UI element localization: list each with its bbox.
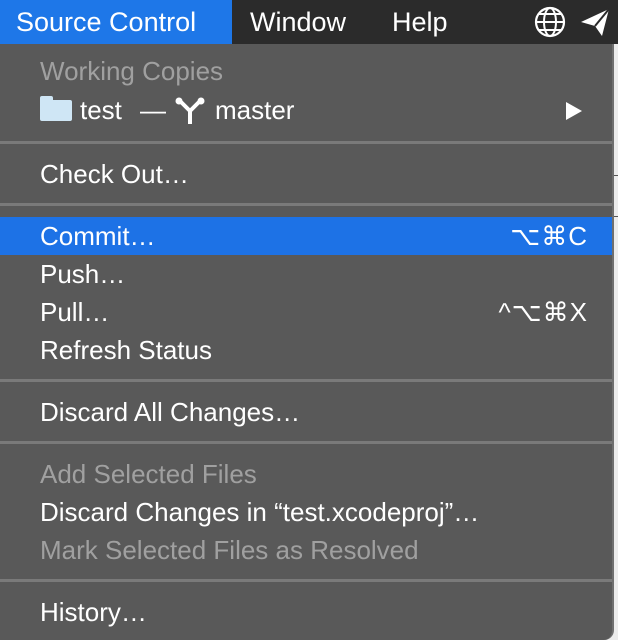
commit-shortcut: ⌥⌘C (510, 221, 588, 251)
working-copy-dash: — (140, 95, 166, 125)
source-control-menu: Working Copies test — master Check Out… … (0, 44, 614, 640)
history-label: History… (40, 597, 147, 627)
refresh-status-item[interactable]: Refresh Status (0, 331, 612, 369)
menubar-help-label: Help (392, 7, 448, 37)
menu-separator (0, 579, 612, 582)
push-item[interactable]: Push… (0, 255, 612, 293)
push-label: Push… (40, 259, 126, 289)
menu-bar: Source Control Window Help (0, 0, 618, 44)
check-out-item[interactable]: Check Out… (0, 155, 612, 193)
menubar-source-control[interactable]: Source Control (0, 0, 232, 44)
working-copy-branch: master (215, 95, 295, 125)
history-item[interactable]: History… (0, 593, 612, 631)
menu-separator (0, 203, 612, 206)
menu-separator (0, 441, 612, 444)
discard-all-changes-item[interactable]: Discard All Changes… (0, 393, 612, 431)
branch-icon (175, 97, 205, 124)
send-icon[interactable] (578, 5, 612, 39)
working-copy-item[interactable]: test — master (0, 91, 612, 129)
discard-all-changes-label: Discard All Changes… (40, 397, 301, 427)
menu-separator (0, 379, 612, 382)
globe-icon[interactable] (533, 5, 567, 39)
working-copies-header: Working Copies (0, 52, 612, 90)
refresh-status-label: Refresh Status (40, 335, 212, 365)
folder-icon (40, 100, 72, 121)
menu-separator (0, 141, 612, 144)
commit-label: Commit… (40, 221, 156, 251)
working-copy-name: test (80, 95, 122, 125)
commit-item[interactable]: Commit… ⌥⌘C (0, 217, 612, 255)
add-selected-files-label: Add Selected Files (40, 459, 257, 489)
menubar-window[interactable]: Window (250, 0, 346, 44)
check-out-label: Check Out… (40, 159, 189, 189)
working-copies-header-label: Working Copies (40, 56, 224, 86)
submenu-arrow-icon (566, 102, 582, 120)
mark-resolved-label: Mark Selected Files as Resolved (40, 535, 419, 565)
pull-shortcut: ^⌥⌘X (498, 297, 588, 327)
mark-resolved-item[interactable]: Mark Selected Files as Resolved (0, 531, 612, 569)
discard-changes-in-item[interactable]: Discard Changes in “test.xcodeproj”… (0, 493, 612, 531)
menubar-window-label: Window (250, 7, 347, 37)
pull-label: Pull… (40, 297, 110, 327)
pull-item[interactable]: Pull… ^⌥⌘X (0, 293, 612, 331)
menubar-help[interactable]: Help (392, 0, 448, 44)
add-selected-files-item[interactable]: Add Selected Files (0, 455, 612, 493)
menubar-source-control-label: Source Control (16, 7, 197, 37)
discard-changes-in-label: Discard Changes in “test.xcodeproj”… (40, 497, 480, 527)
